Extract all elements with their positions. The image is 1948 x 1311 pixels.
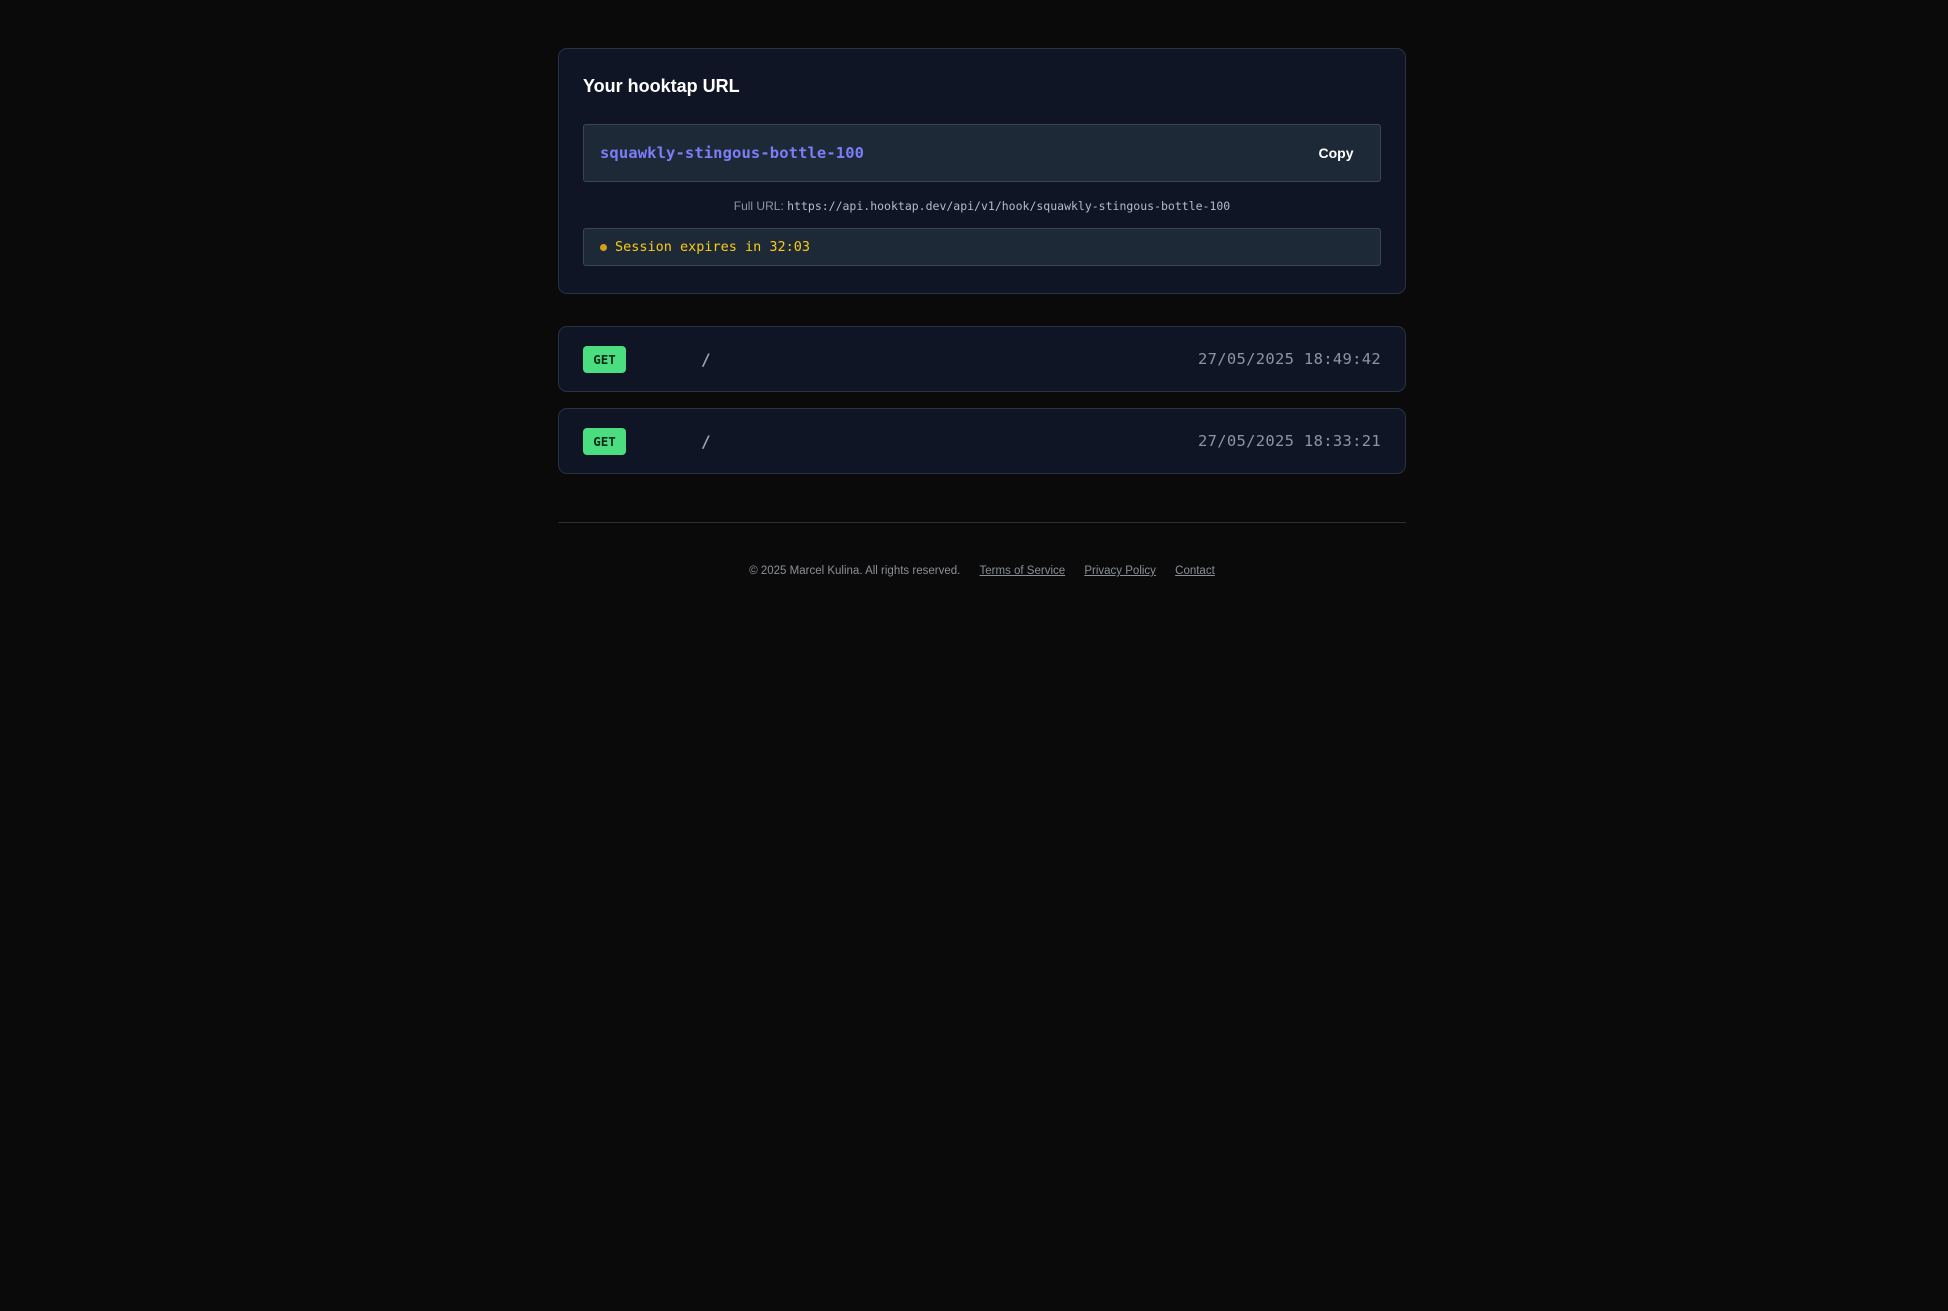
privacy-policy-link[interactable]: Privacy Policy [1084,565,1156,577]
footer-divider [558,522,1406,523]
hook-url-slug[interactable]: squawkly-stingous-bottle-100 [600,144,864,162]
terms-of-service-link[interactable]: Terms of Service [980,565,1066,577]
full-url-line: Full URL: https://api.hooktap.dev/api/v1… [583,198,1381,214]
session-expiry-text: Session expires in 32:03 [615,239,811,255]
hook-url-box: squawkly-stingous-bottle-100 Copy [583,124,1381,182]
contact-link[interactable]: Contact [1175,565,1215,577]
full-url-label: Full URL: [733,199,784,213]
footer-copyright: © 2025 Marcel Kulina. All rights reserve… [749,565,961,577]
copy-button[interactable]: Copy [1292,125,1380,181]
status-dot-icon [600,243,607,251]
hook-url-card: Your hooktap URL squawkly-stingous-bottl… [558,48,1406,294]
request-row[interactable]: GET / 27/05/2025 18:33:21 [558,408,1406,474]
footer: © 2025 Marcel Kulina. All rights reserve… [558,564,1406,578]
card-title: Your hooktap URL [583,76,740,96]
request-row[interactable]: GET / 27/05/2025 18:49:42 [558,326,1406,392]
page-container: Your hooktap URL squawkly-stingous-bottl… [558,48,1406,578]
full-url-value[interactable]: https://api.hooktap.dev/api/v1/hook/squa… [787,199,1230,213]
request-timestamp: 27/05/2025 18:33:21 [1197,432,1381,450]
method-badge: GET [583,427,626,455]
request-timestamp: 27/05/2025 18:49:42 [1197,350,1381,368]
session-status-box: Session expires in 32:03 [583,228,1381,266]
request-path: / [701,431,711,451]
method-badge: GET [583,345,626,373]
request-path: / [701,349,711,369]
